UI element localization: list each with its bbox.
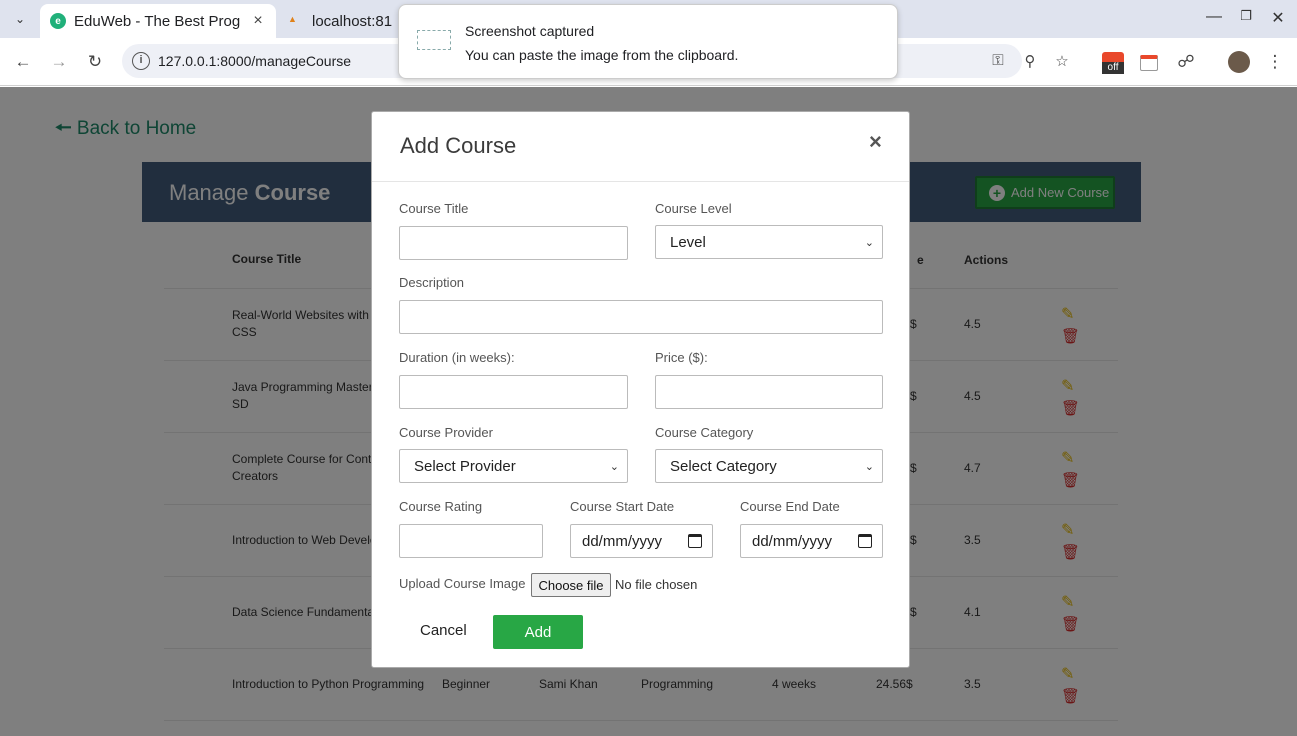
choose-file-button[interactable]: Choose file [531, 573, 611, 597]
course-level-select[interactable]: Level ⌄ [655, 225, 883, 259]
calendar-icon[interactable] [858, 534, 872, 548]
calendar-icon[interactable] [688, 534, 702, 548]
course-rating-input[interactable] [399, 524, 543, 558]
tab-title: localhost:81 [312, 12, 393, 30]
password-key-icon[interactable]: ⚿ [988, 52, 1008, 69]
tab-localhost[interactable]: ▲ localhost:81 [280, 4, 410, 38]
phpmyadmin-favicon-icon: ▲ [288, 14, 297, 24]
upload-image-label: Upload Course Image [399, 576, 526, 591]
close-tab-icon[interactable]: × [248, 12, 268, 30]
course-category-select[interactable]: Select Category ⌄ [655, 449, 883, 483]
chevron-down-icon: ⌄ [864, 460, 874, 473]
start-date-placeholder: dd/mm/yyyy [582, 532, 663, 550]
course-level-label: Course Level [655, 201, 732, 216]
extension-off-icon[interactable]: off [1102, 52, 1124, 74]
tab-eduweb[interactable]: e EduWeb - The Best Prog × [40, 4, 276, 38]
course-level-value: Level [670, 233, 706, 251]
more-menu-icon[interactable]: ⋮ [1263, 50, 1287, 74]
reload-icon[interactable]: ↻ [83, 50, 107, 74]
profile-avatar[interactable] [1228, 51, 1250, 73]
provider-label: Course Provider [399, 425, 493, 440]
duration-input[interactable] [399, 375, 628, 409]
screenshot-toast: Screenshot captured You can paste the im… [398, 4, 898, 79]
modal-close-icon[interactable]: × [869, 129, 882, 155]
category-label: Course Category [655, 425, 754, 440]
restore-icon[interactable]: ❐ [1236, 8, 1256, 24]
window-close-icon[interactable]: ✕ [1268, 8, 1288, 28]
chevron-down-icon: ⌄ [609, 460, 619, 473]
description-label: Description [399, 275, 465, 290]
duration-label: Duration (in weeks): [399, 350, 515, 365]
end-date-placeholder: dd/mm/yyyy [752, 532, 833, 550]
modal-header: Add Course × [372, 112, 909, 182]
toast-message: You can paste the image from the clipboa… [465, 47, 739, 63]
site-info-icon[interactable]: i [132, 52, 150, 70]
calendar-extension-icon[interactable] [1140, 55, 1158, 71]
minimize-icon[interactable]: — [1204, 8, 1224, 26]
price-label: Price ($): [655, 350, 708, 365]
description-input[interactable] [399, 300, 883, 334]
eduweb-favicon-icon: e [50, 13, 66, 29]
extensions-puzzle-icon[interactable]: ☍ [1174, 50, 1198, 74]
tab-search-icon[interactable]: ⌄ [8, 8, 32, 30]
rating-label: Course Rating [399, 499, 483, 514]
category-value: Select Category [670, 457, 777, 475]
provider-value: Select Provider [414, 457, 516, 475]
toast-title: Screenshot captured [465, 23, 595, 39]
modal-title: Add Course [400, 133, 517, 158]
price-input[interactable] [655, 375, 883, 409]
add-course-modal: Add Course × Course Title Course Level L… [371, 111, 910, 668]
tab-title: EduWeb - The Best Prog [74, 12, 241, 30]
end-date-label: Course End Date [740, 499, 840, 514]
course-provider-select[interactable]: Select Provider ⌄ [399, 449, 628, 483]
file-status-text: No file chosen [615, 577, 698, 592]
chevron-down-icon: ⌄ [864, 236, 874, 249]
back-arrow-icon[interactable]: ← [11, 50, 35, 74]
page-content: 🠔 Back to Home Manage Course + Add New C… [0, 87, 1297, 736]
end-date-input[interactable]: dd/mm/yyyy [740, 524, 883, 558]
extension-off-label: off [1102, 62, 1124, 74]
start-date-input[interactable]: dd/mm/yyyy [570, 524, 713, 558]
url-text[interactable]: 127.0.0.1:8000/manageCourse [158, 53, 351, 69]
cancel-button[interactable]: Cancel [420, 622, 467, 639]
zoom-icon[interactable]: ⚲ [1020, 52, 1040, 70]
bookmark-star-icon[interactable]: ☆ [1052, 52, 1072, 70]
add-course-submit-button[interactable]: Add [493, 615, 583, 649]
start-date-label: Course Start Date [570, 499, 675, 514]
course-title-label: Course Title [399, 201, 469, 216]
forward-arrow-icon[interactable]: → [47, 50, 71, 74]
course-title-input[interactable] [399, 226, 628, 260]
screenshot-thumbnail-icon [417, 30, 451, 50]
